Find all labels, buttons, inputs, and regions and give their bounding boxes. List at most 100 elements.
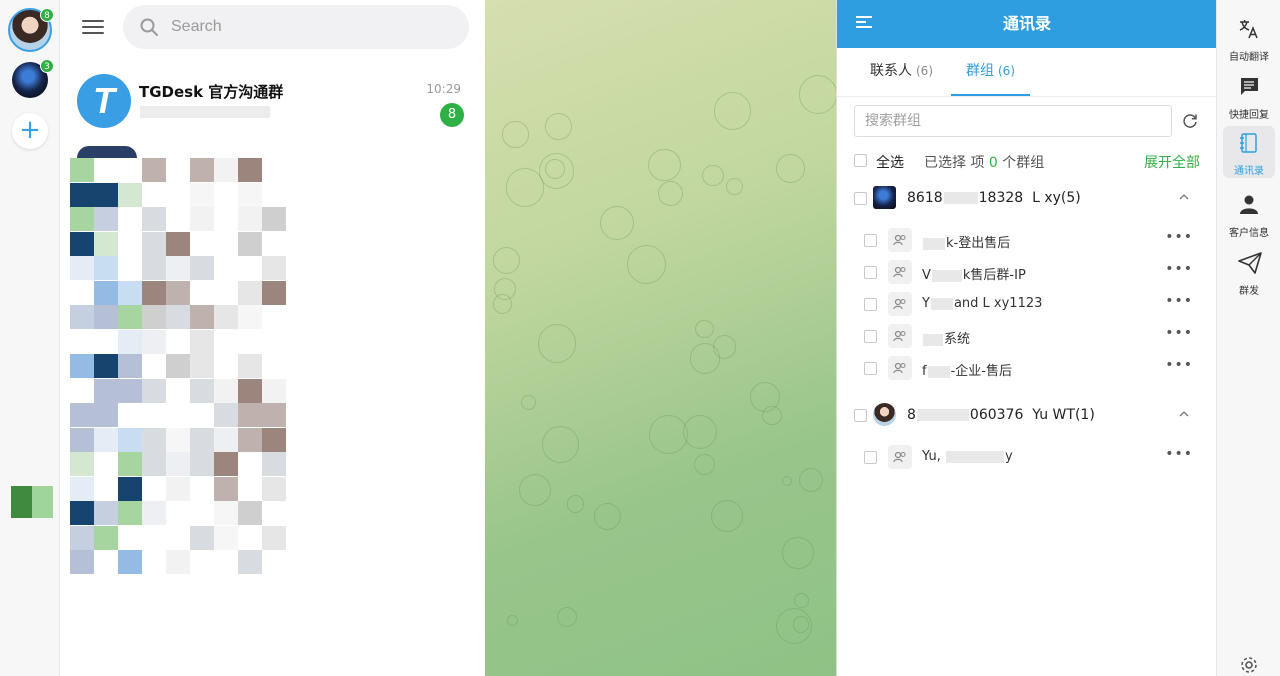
more-options-icon[interactable]: ••• [1165, 325, 1193, 341]
mosaic-cell [214, 525, 238, 550]
mosaic-cell [190, 305, 214, 329]
background-doodle [537, 324, 577, 363]
mosaic-cell [142, 305, 166, 329]
expand-all-button[interactable]: 展开全部 [1144, 152, 1200, 172]
mosaic-cell [70, 452, 94, 476]
tool-auto-translate[interactable]: 自动翻译 [1223, 12, 1275, 64]
gear-icon[interactable] [1239, 655, 1259, 675]
tool-quick-reply[interactable]: 快捷回复 [1223, 70, 1275, 122]
chat-time: 10:29 [426, 82, 461, 96]
group-checkbox[interactable] [864, 330, 877, 343]
mosaic-cell [214, 378, 238, 403]
mosaic-cell [166, 280, 190, 305]
chat-list-panel: T TGDesk 官方沟通群 10:29 8 [60, 0, 485, 676]
group-checkbox[interactable] [864, 298, 877, 311]
chat-search-bar[interactable] [123, 5, 469, 49]
chevron-up-icon[interactable] [1179, 409, 1189, 419]
quick-reply-icon [1240, 78, 1258, 95]
redacted-block [931, 269, 962, 282]
group-checkbox[interactable] [864, 451, 877, 464]
mosaic-cell [142, 378, 166, 403]
mosaic-cell [214, 501, 238, 525]
redacted-block [927, 365, 950, 378]
mosaic-cell [70, 501, 94, 525]
background-doodle [776, 153, 806, 183]
background-doodle [657, 180, 683, 207]
group-checkbox[interactable] [864, 362, 877, 375]
group-icon [888, 260, 912, 284]
mosaic-cell [166, 550, 190, 574]
account-avatar-3[interactable] [11, 486, 53, 518]
group-row[interactable]: Yu, y ••• [837, 445, 1217, 471]
more-options-icon[interactable]: ••• [1165, 446, 1193, 462]
mosaic-cell [214, 403, 238, 427]
tool-customer-info[interactable]: 客户信息 [1223, 188, 1275, 240]
mosaic-cell [94, 403, 118, 427]
mosaic-cell [118, 378, 142, 403]
add-account-button[interactable]: + [12, 113, 48, 149]
background-doodle [520, 394, 536, 410]
hamburger-menu-icon[interactable] [82, 16, 104, 38]
chevron-up-icon[interactable] [1179, 192, 1189, 202]
tool-contacts[interactable]: 通讯录 [1223, 126, 1275, 178]
background-doodle [702, 164, 724, 187]
mosaic-cell [94, 182, 118, 207]
mosaic-cell [238, 378, 262, 403]
tab-groups[interactable]: 群组 (6) [951, 48, 1030, 96]
account-checkbox[interactable] [854, 192, 867, 205]
mosaic-cell [238, 354, 262, 378]
mosaic-cell [190, 378, 214, 403]
chat-list-item[interactable]: T TGDesk 官方沟通群 10:29 8 [60, 64, 485, 140]
chat-name: TGDesk 官方沟通群 [139, 83, 284, 101]
mosaic-cell [166, 354, 190, 378]
group-search-input[interactable] [855, 106, 1171, 136]
group-row[interactable]: 系统 ••• [837, 324, 1217, 350]
account-checkbox[interactable] [854, 409, 867, 422]
group-name: 系统 [922, 328, 970, 347]
mosaic-cell [238, 305, 262, 329]
background-doodle [726, 178, 743, 196]
select-all-label: 全选 [876, 155, 904, 171]
mosaic-cell [238, 501, 262, 525]
more-options-icon[interactable]: ••• [1165, 293, 1193, 309]
more-options-icon[interactable]: ••• [1165, 229, 1193, 245]
background-doodle [689, 343, 720, 374]
refresh-icon[interactable] [1181, 112, 1199, 130]
mosaic-cell [262, 403, 286, 427]
group-icon [888, 324, 912, 348]
group-row[interactable]: Yand L xy1123 ••• [837, 292, 1217, 318]
group-row[interactable]: Vk售后群-IP ••• [837, 260, 1217, 286]
group-checkbox[interactable] [864, 266, 877, 279]
account-group-header[interactable]: 8 060376 Yu WT(1) [837, 403, 1217, 431]
mosaic-cell [262, 476, 286, 501]
group-icon [888, 356, 912, 380]
tool-broadcast[interactable]: 群发 [1223, 246, 1275, 298]
search-icon [140, 18, 158, 36]
mosaic-cell [94, 501, 118, 525]
chat-search-input[interactable] [171, 5, 451, 49]
translate-icon [1239, 20, 1258, 39]
tab-contacts[interactable]: 联系人 (6) [870, 48, 933, 96]
mosaic-cell [142, 280, 166, 305]
chat-avatar-partial[interactable] [77, 146, 137, 158]
group-checkbox[interactable] [864, 234, 877, 247]
select-all-checkbox[interactable] [854, 154, 867, 167]
group-row[interactable]: k-登出售后 ••• [837, 228, 1217, 254]
mosaic-cell [262, 207, 286, 231]
mosaic-cell [166, 452, 190, 476]
group-row[interactable]: f -企业-售后 ••• [837, 356, 1217, 382]
more-options-icon[interactable]: ••• [1165, 357, 1193, 373]
more-options-icon[interactable]: ••• [1165, 261, 1193, 277]
mosaic-cell [94, 427, 118, 452]
pixelated-chat-list [70, 158, 470, 574]
background-doodle [556, 606, 577, 627]
group-search-box[interactable] [854, 105, 1172, 137]
account-group-header[interactable]: 8618 18328 L xy(5) [837, 186, 1217, 214]
mosaic-cell [70, 354, 94, 378]
mosaic-cell [118, 329, 142, 354]
tool-label: 自动翻译 [1229, 52, 1269, 63]
contacts-book-icon [1240, 133, 1257, 153]
mosaic-cell [166, 305, 190, 329]
mosaic-cell [238, 550, 262, 574]
background-doodle [507, 614, 518, 626]
